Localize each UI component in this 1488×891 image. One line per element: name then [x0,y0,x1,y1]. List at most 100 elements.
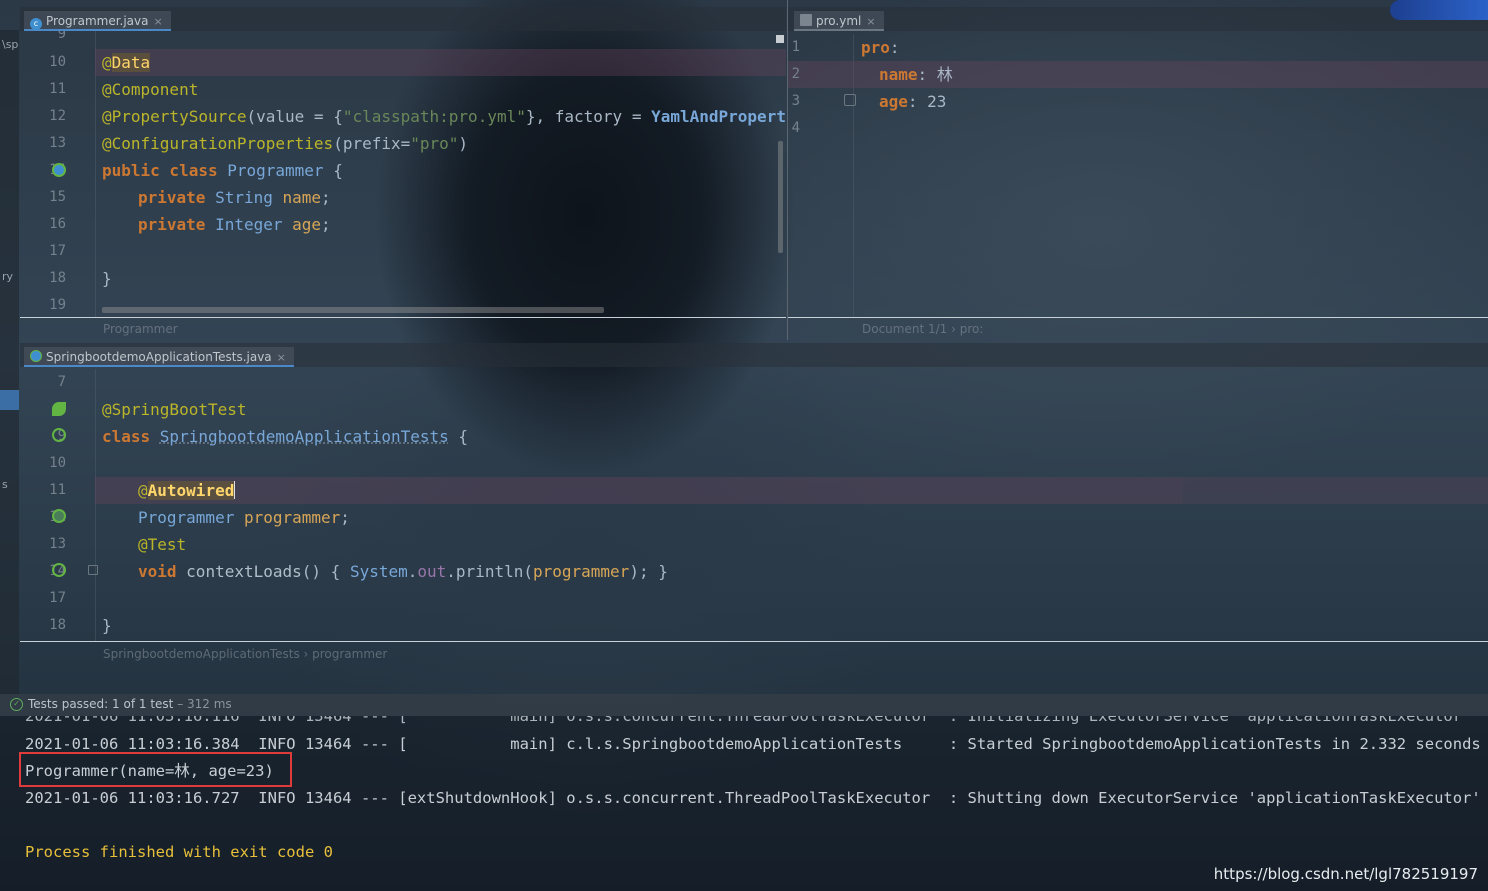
project-path-fragment: \sp [2,38,19,51]
line-number: 10 [49,455,66,471]
string-prefix: "pro" [410,134,459,153]
breadcrumb[interactable]: Programmer [103,322,178,336]
current-line-highlight-tail [1183,477,1488,504]
code-line-9: class SpringbootdemoApplicationTests { [102,423,468,450]
code-line-13: @ConfigurationProperties(prefix="pro") [102,130,468,157]
keyword: public class [102,161,228,180]
annotation-at: @ [102,53,112,72]
code-punct: { [323,161,343,180]
code-punct: }, factory = [525,107,652,126]
annotation-autowired: Autowired [147,481,235,500]
line-number: 18 [49,270,66,286]
field-name: name [282,188,322,207]
class-name: Programmer [227,161,324,180]
field-name: age [292,215,322,234]
status-prefix: Tests passed: [28,697,113,711]
keyword: private [138,188,216,207]
code-line-14: public class Programmer { [102,157,343,184]
yaml-key: age [879,92,908,111]
spring-bean-class-icon[interactable] [52,163,66,177]
code-line-16: private Integer age; [138,211,331,238]
line-number: 4 [791,120,800,136]
class-name: SpringbootdemoApplicationTests [159,427,449,446]
annotation-data: Data [111,53,151,72]
line-number: 13 [49,135,66,151]
line-number: 16 [49,216,66,232]
current-line-highlight [95,477,1183,504]
line-number: 3 [791,93,800,109]
keyword: class [102,427,160,446]
fold-icon[interactable] [88,565,98,575]
breadcrumb[interactable]: Document 1/1 › pro: [862,322,983,336]
code-line-8: @SpringBootTest [102,400,247,419]
yaml-line-2: name: 林 [879,61,953,88]
run-test-class-icon[interactable] [52,428,66,442]
project-tree-fragment-2: s [2,478,8,491]
string-classpath: "classpath:pro.yml" [342,107,526,126]
csdn-watermark: https://blog.csdn.net/lgl782519197 [1213,865,1478,883]
line-number: 7 [57,374,66,390]
editor-divider [788,317,1488,318]
autowired-navigate-icon[interactable] [52,509,66,523]
text-caret [234,481,236,499]
vertical-scrollbar[interactable] [778,141,783,253]
close-tab-icon[interactable]: × [866,15,875,28]
console-exit-line: Process finished with exit code 0 [25,843,333,861]
code-punct: ; [321,188,331,207]
java-class-icon: c [30,18,42,30]
line-number: 19 [49,297,66,313]
code-line-18: } [102,269,112,288]
yaml-value: : 23 [907,92,947,111]
code-line-15: private String name; [138,184,331,211]
fold-icon[interactable] [844,94,856,106]
run-status-bar: ✓ Tests passed: 1 of 1 test – 312 ms [0,694,1488,716]
code-line-12: Programmer programmer; [138,504,350,531]
code-line-11: @Component [102,80,199,99]
type-name: String [215,188,283,207]
code-punct: (value = { [246,107,343,126]
yaml-file-icon [800,14,812,26]
close-tab-icon[interactable]: × [277,351,286,364]
highlight-annotation-box [19,752,292,787]
spring-leaf-icon[interactable] [52,402,66,416]
code-line-18: } [102,616,112,635]
editor-programmer-java[interactable]: 9 10 11 12 13 14 15 16 17 18 19 @Data @C… [20,31,786,317]
test-class-icon [30,350,42,362]
tab-springbootdemo-tests[interactable]: SpringbootdemoApplicationTests.java × [24,347,294,367]
project-tree-fragment: ry [2,270,14,283]
line-number: 12 [49,108,66,124]
tab-label: SpringbootdemoApplicationTests.java [46,350,272,364]
line-number: 13 [49,536,66,552]
horizontal-scrollbar[interactable] [102,307,604,313]
line-number: 2 [791,66,800,82]
close-tab-icon[interactable]: × [154,15,163,28]
current-line-highlight [95,49,786,76]
editor-pro-yml[interactable]: 1 2 3 4 pro: name: 林 age: 23 [788,34,1488,317]
status-time: – 312 ms [173,697,232,711]
line-number: 11 [49,482,66,498]
tab-programmer-java[interactable]: c Programmer.java × [24,11,171,31]
code-punct: ; [321,215,331,234]
code-line-13: @Test [138,535,187,554]
run-test-method-icon[interactable] [52,563,66,577]
field-name: programmer [243,508,341,527]
yaml-value: : 林 [917,65,953,84]
code-line-10: @Data [102,49,151,76]
yaml-key: name [879,65,918,84]
editor-divider [20,317,786,318]
left-tool-strip: \sp ry s [0,30,19,694]
code-line-12: @PropertySource(value = {"classpath:pro.… [102,103,786,130]
console-line: 2021-01-06 11:03:16.116 INFO 13464 --- [… [25,716,1472,725]
yaml-line-3: age: 23 [879,88,946,115]
project-tree-selection[interactable] [0,390,19,410]
line-number: 18 [49,617,66,633]
code-line-11: @Autowired [138,477,236,504]
status-count: 1 [112,697,120,711]
line-number: 10 [49,54,66,70]
line-number: 15 [49,189,66,205]
yaml-line-1: pro: [861,34,900,61]
tab-pro-yml[interactable]: pro.yml × [794,11,884,31]
line-number: 17 [49,243,66,259]
inspection-indicator[interactable] [776,35,784,43]
annotation-property-source: @PropertySource [102,107,247,126]
